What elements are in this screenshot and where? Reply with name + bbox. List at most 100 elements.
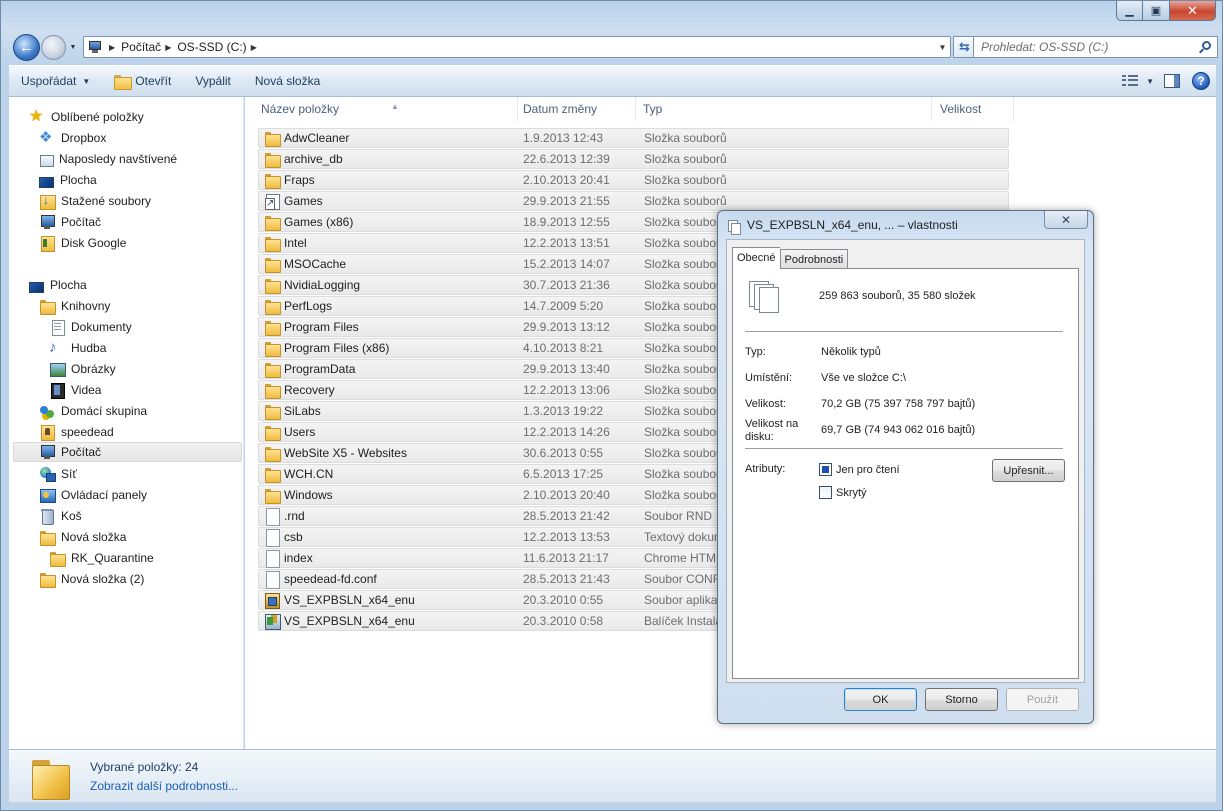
tab-general[interactable]: Obecné bbox=[732, 247, 780, 270]
burn-label: Vypálit bbox=[195, 74, 231, 88]
folder-icon bbox=[264, 382, 281, 399]
nav-item-computer[interactable]: Počítač bbox=[13, 442, 242, 462]
nav-item-downloads[interactable]: Stažené soubory bbox=[39, 191, 239, 211]
file-date: 30.6.2013 0:55 bbox=[523, 446, 604, 460]
help-icon[interactable]: ? bbox=[1192, 72, 1210, 90]
forward-button[interactable]: → bbox=[41, 35, 66, 60]
folder-icon bbox=[32, 756, 72, 800]
breadcrumb-drive[interactable]: OS-SSD (C:) bbox=[177, 40, 246, 54]
back-button[interactable]: ← bbox=[13, 34, 40, 61]
address-bar[interactable]: ▶ Počítač ▶ OS-SSD (C:) ▶ ▼ bbox=[83, 36, 951, 58]
nav-item-recycle-bin[interactable]: Koš bbox=[39, 506, 239, 526]
breadcrumb-computer[interactable]: Počítač bbox=[121, 40, 161, 54]
tab-details[interactable]: Podrobnosti bbox=[779, 249, 849, 270]
minimize-icon: ▁ bbox=[1125, 5, 1134, 17]
folder-icon bbox=[39, 529, 56, 546]
file-date: 12.2.2013 13:51 bbox=[523, 236, 610, 250]
nav-item-network[interactable]: Síť bbox=[39, 464, 239, 484]
nav-item-rk-quarantine[interactable]: RK_Quarantine bbox=[49, 548, 239, 568]
column-header-type[interactable]: Typ bbox=[635, 97, 932, 121]
navigation-pane: ★ Oblíbené položky ❖ Dropbox Naposledy n… bbox=[9, 97, 244, 749]
open-button[interactable]: Otevřít bbox=[102, 69, 183, 93]
file-row[interactable]: AdwCleaner 1.9.2013 12:43 Složka souborů bbox=[258, 128, 1009, 148]
file-date: 20.3.2010 0:58 bbox=[523, 614, 604, 628]
disk-size-label: Velikost na disku: bbox=[745, 418, 799, 443]
maximize-button[interactable]: ▣ bbox=[1143, 1, 1170, 21]
search-input[interactable] bbox=[981, 40, 1191, 54]
folder-icon bbox=[264, 319, 281, 336]
file-name: WCH.CN bbox=[284, 467, 334, 481]
file-name: Intel bbox=[284, 236, 307, 250]
file-name: Program Files (x86) bbox=[284, 341, 390, 355]
file-row[interactable]: Fraps 2.10.2013 20:41 Složka souborů bbox=[258, 170, 1009, 190]
column-header-name[interactable]: Název položky ▲ bbox=[253, 97, 518, 121]
apply-button[interactable]: Použít bbox=[1006, 688, 1079, 711]
nav-item-desktop-fav[interactable]: Plocha bbox=[39, 170, 239, 190]
file-date: 22.6.2013 12:39 bbox=[523, 152, 610, 166]
show-more-details-link[interactable]: Zobrazit další podrobnosti... bbox=[90, 779, 238, 793]
readonly-checkbox[interactable] bbox=[819, 463, 832, 476]
breadcrumb-separator[interactable]: ▶ bbox=[109, 43, 115, 52]
view-options-dropdown[interactable]: ▼ bbox=[1146, 77, 1154, 86]
nav-item-new-folder[interactable]: Nová složka bbox=[39, 527, 239, 547]
nav-item-computer-fav[interactable]: Počítač bbox=[39, 212, 239, 232]
advanced-button[interactable]: Upřesnit... bbox=[992, 459, 1065, 482]
file-name: NvidiaLogging bbox=[284, 278, 361, 292]
nav-item-recent-places[interactable]: Naposledy navštívené bbox=[39, 149, 239, 169]
setup-icon bbox=[264, 592, 280, 609]
file-name: .rnd bbox=[284, 509, 305, 523]
type-value: Několik typů bbox=[821, 346, 881, 358]
nav-item-videos[interactable]: Videa bbox=[49, 380, 239, 400]
nav-item-control-panel[interactable]: Ovládací panely bbox=[39, 485, 239, 505]
nav-item-favorites[interactable]: ★ Oblíbené položky bbox=[29, 107, 239, 127]
view-controls: ▼ ? bbox=[1122, 69, 1216, 93]
file-date: 29.9.2013 13:40 bbox=[523, 362, 610, 376]
search-icon[interactable] bbox=[1199, 40, 1212, 54]
nav-item-documents[interactable]: Dokumenty bbox=[49, 317, 239, 337]
nav-item-music[interactable]: ♪ Hudba bbox=[49, 338, 239, 358]
desktop-icon bbox=[29, 281, 44, 293]
breadcrumb-separator[interactable]: ▶ bbox=[165, 43, 171, 52]
close-button[interactable]: ✕ bbox=[1170, 1, 1216, 21]
file-name: VS_EXPBSLN_x64_enu bbox=[284, 593, 415, 607]
nav-item-user[interactable]: speedead bbox=[39, 422, 239, 442]
new-folder-button[interactable]: Nová složka bbox=[243, 69, 332, 93]
dialog-close-button[interactable]: ✕ bbox=[1044, 211, 1088, 229]
disk-size-value: 69,7 GB (74 943 062 016 bajtů) bbox=[821, 424, 976, 436]
nav-item-pictures[interactable]: Obrázky bbox=[49, 359, 239, 379]
ok-button[interactable]: OK bbox=[844, 688, 917, 711]
hidden-checkbox[interactable] bbox=[819, 486, 832, 499]
readonly-label[interactable]: Jen pro čtení bbox=[836, 464, 900, 476]
address-history-dropdown[interactable]: ▼ bbox=[934, 37, 950, 57]
file-icon bbox=[264, 529, 280, 547]
computer-icon bbox=[39, 444, 55, 460]
file-row[interactable]: Games 29.9.2013 21:55 Složka souborů bbox=[258, 191, 1009, 211]
column-header-size[interactable]: Velikost bbox=[932, 97, 1014, 121]
file-row[interactable]: archive_db 22.6.2013 12:39 Složka souborů bbox=[258, 149, 1009, 169]
size-value: 70,2 GB (75 397 758 797 bajtů) bbox=[821, 398, 976, 410]
column-header-date[interactable]: Datum změny bbox=[515, 97, 636, 121]
burn-button[interactable]: Vypálit bbox=[183, 69, 243, 93]
nav-item-google-drive[interactable]: Disk Google bbox=[39, 233, 239, 253]
divider bbox=[745, 448, 1063, 449]
general-tab-panel: 259 863 souborů, 35 580 složek Typ: Něko… bbox=[732, 268, 1079, 679]
view-options-icon[interactable] bbox=[1122, 75, 1139, 87]
nav-item-desktop[interactable]: Plocha bbox=[29, 275, 239, 295]
nav-item-libraries[interactable]: Knihovny bbox=[39, 296, 239, 316]
cancel-button[interactable]: Storno bbox=[925, 688, 998, 711]
nav-item-homegroup[interactable]: Domácí skupina bbox=[39, 401, 239, 421]
location-value: Vše ve složce C:\ bbox=[821, 372, 906, 384]
organize-button[interactable]: Uspořádat ▼ bbox=[9, 69, 102, 93]
nav-item-dropbox[interactable]: ❖ Dropbox bbox=[39, 128, 239, 148]
navigation-bar: ← → ▼ ▶ Počítač ▶ OS-SSD (C:) ▶ ▼ ⇆ bbox=[11, 32, 1219, 62]
breadcrumb-separator[interactable]: ▶ bbox=[251, 43, 257, 52]
file-date: 6.5.2013 17:25 bbox=[523, 467, 604, 481]
minimize-button[interactable]: ▁ bbox=[1116, 1, 1143, 21]
search-box[interactable] bbox=[973, 36, 1218, 58]
nav-item-new-folder-2[interactable]: Nová složka (2) bbox=[39, 569, 239, 589]
file-name: Fraps bbox=[284, 173, 315, 187]
preview-pane-icon[interactable] bbox=[1164, 74, 1180, 88]
hidden-label[interactable]: Skrytý bbox=[836, 487, 867, 499]
recent-pages-button[interactable]: ▼ bbox=[68, 42, 78, 52]
videos-icon bbox=[49, 382, 65, 399]
